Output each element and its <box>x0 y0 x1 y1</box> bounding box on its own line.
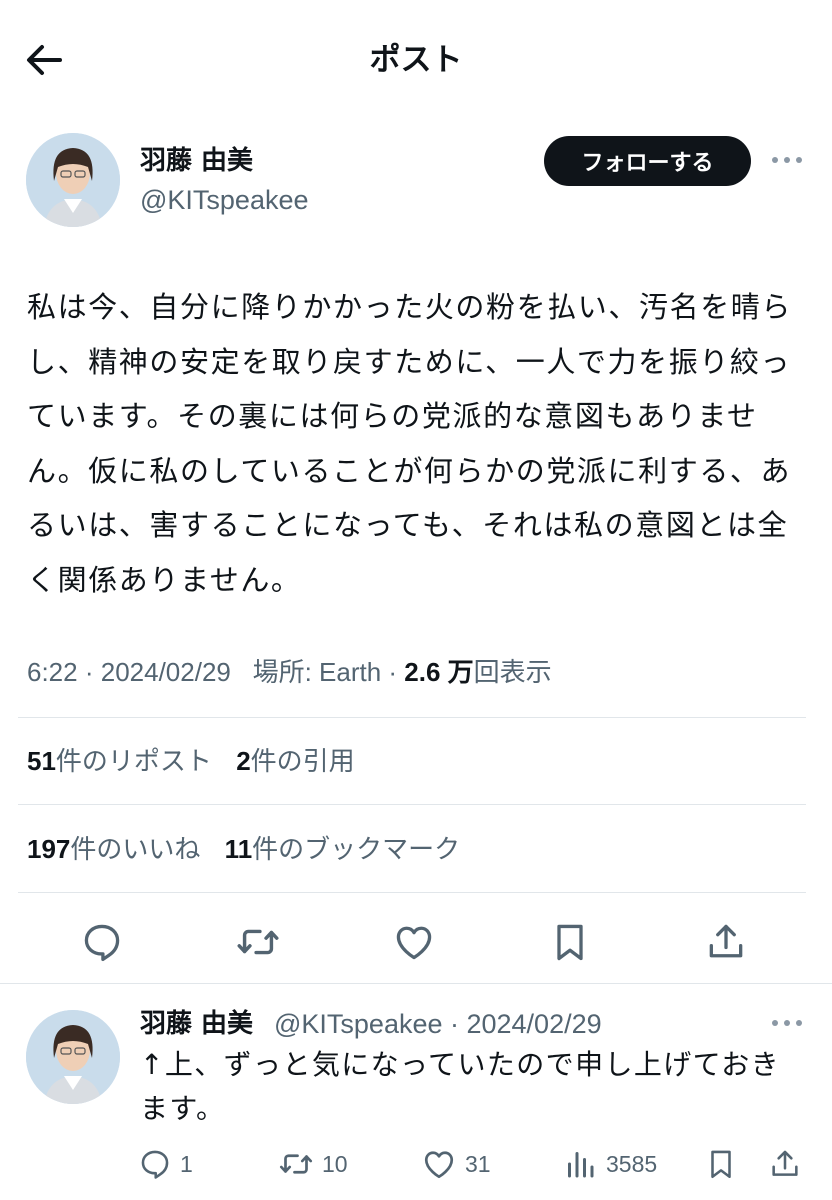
bookmarks-stat[interactable]: 11件のブックマーク <box>225 829 461 870</box>
likes-stat[interactable]: 197件のいいね <box>27 829 200 870</box>
reply-icon <box>84 924 120 962</box>
more-options-button[interactable] <box>767 145 807 175</box>
bookmark-icon <box>711 1150 731 1179</box>
like-button[interactable] <box>390 918 438 966</box>
author-avatar[interactable] <box>26 133 120 227</box>
reply-text: ↑上、ずっと気になっていたので申し上げておきます。 <box>140 1048 781 1125</box>
bookmarks-count: 11 <box>224 834 253 864</box>
reply-handle-date[interactable]: @KITspeakee · 2024/02/29 <box>274 1006 602 1042</box>
likes-label: 件のいいね <box>70 835 201 865</box>
reply-replies-count: 1 <box>180 1150 193 1177</box>
stats-row-reposts: 51件のリポスト 2件の引用 <box>27 741 371 782</box>
divider <box>18 892 806 893</box>
views-count: 2.6 万 <box>404 657 474 687</box>
more-icon <box>772 1020 778 1026</box>
share-icon <box>772 1150 798 1176</box>
repost-button[interactable] <box>234 918 282 966</box>
action-bar <box>0 910 832 970</box>
bookmarks-label: 件のブックマーク <box>252 835 461 865</box>
follow-button[interactable]: フォローする <box>544 136 751 186</box>
reply-avatar[interactable] <box>26 1010 120 1104</box>
reply-like-button[interactable]: 31 <box>421 1144 491 1184</box>
reply-share-button[interactable] <box>768 1144 802 1184</box>
reply-author-name[interactable]: 羽藤 由美 <box>140 1006 253 1042</box>
reply-icon <box>141 1150 169 1179</box>
more-icon <box>772 157 778 163</box>
reposts-count: 51 <box>27 746 56 776</box>
page-title: ポスト <box>369 42 463 78</box>
reply-repost-button[interactable]: 10 <box>278 1144 348 1184</box>
quotes-stat[interactable]: 2件の引用 <box>236 741 354 782</box>
bookmark-icon <box>557 924 583 961</box>
likes-count: 197 <box>27 834 71 864</box>
repost-icon <box>237 929 279 955</box>
post-location: 場所: Earth <box>252 657 382 687</box>
share-button[interactable] <box>702 918 750 966</box>
reposts-stat[interactable]: 51件のリポスト <box>27 741 212 782</box>
post-time[interactable]: 6:22 <box>27 657 78 687</box>
bookmark-button[interactable] <box>546 918 594 966</box>
author-name[interactable]: 羽藤 由美 <box>140 143 253 179</box>
like-icon <box>424 1151 454 1179</box>
views-label: 回表示 <box>473 657 552 687</box>
like-icon <box>396 926 432 960</box>
reply-action-bar: 1 10 31 3585 <box>0 1140 832 1188</box>
reply-views-count: 3585 <box>606 1150 658 1177</box>
divider <box>18 717 806 718</box>
views-icon <box>568 1152 594 1178</box>
reply-more-options-button[interactable] <box>767 1008 807 1038</box>
author-handle[interactable]: @KITspeakee <box>140 182 309 218</box>
reply-views-button[interactable]: 3585 <box>562 1144 657 1184</box>
avatar-image <box>26 133 120 227</box>
share-icon <box>709 924 743 958</box>
repost-icon <box>279 1154 313 1174</box>
reply-reply-button[interactable]: 1 <box>138 1144 193 1184</box>
post-meta: 6:22 · 2024/02/29 場所: Earth · 2.6 万回表示 <box>27 657 552 687</box>
reposts-label: 件のリポスト <box>55 747 212 777</box>
reply-reposts-count: 10 <box>322 1150 348 1177</box>
stats-row-likes: 197件のいいね 11件のブックマーク <box>27 829 476 870</box>
reply-likes-count: 31 <box>465 1150 491 1177</box>
quotes-count: 2 <box>236 746 251 776</box>
quotes-label: 件の引用 <box>250 747 355 777</box>
post-date[interactable]: 2024/02/29 <box>101 657 231 687</box>
avatar-image <box>26 1010 120 1104</box>
reply-bookmark-button[interactable] <box>704 1144 738 1184</box>
reply-button[interactable] <box>78 918 126 966</box>
divider <box>0 983 832 984</box>
divider <box>18 804 806 805</box>
top-bar: ポスト <box>0 0 832 120</box>
post-text: 私は今、自分に降りかかった火の粉を払い、汚名を晴らし、精神の安定を取り戻すために… <box>27 290 793 597</box>
